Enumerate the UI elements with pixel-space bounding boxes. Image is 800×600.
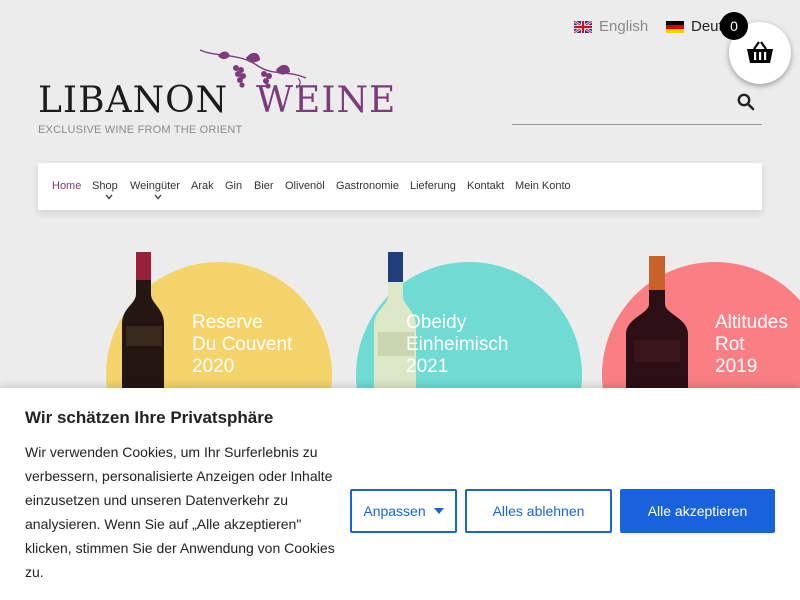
product-year: 2020 [192, 356, 235, 377]
wine-bottle-image [626, 256, 688, 392]
product-year: 2021 [406, 356, 449, 377]
cookie-text: Wir verwenden Cookies, um Ihr Surferlebn… [25, 444, 335, 580]
logo-word-libanon: LIBANON [38, 80, 229, 121]
language-german-label: Deut [691, 18, 723, 35]
nav-item-home[interactable]: Home [52, 180, 81, 192]
german-flag-icon [666, 20, 684, 33]
language-english[interactable]: English [574, 18, 648, 35]
chevron-down-icon[interactable] [154, 194, 162, 200]
product-title-line: Einheimisch [406, 334, 509, 355]
product-title-line: Obeidy [406, 312, 467, 333]
site-logo[interactable]: LIBANON WEINE [38, 48, 398, 128]
uk-flag-icon [574, 20, 592, 33]
nav-item-gastronomie[interactable]: Gastronomie [336, 180, 399, 192]
nav-item-olivenoel[interactable]: Olivenöl [285, 180, 325, 192]
customize-button-label: Anpassen [363, 503, 426, 519]
cookie-consent-banner: Wir schätzen Ihre Privatsphäre Wir verwe… [0, 388, 800, 600]
wine-bottle-image [122, 252, 164, 392]
nav-item-bier[interactable]: Bier [254, 180, 274, 192]
accept-all-button[interactable]: Alle akzeptieren [620, 489, 775, 533]
nav-item-arak[interactable]: Arak [191, 180, 214, 192]
main-navigation: Home Shop Weingüter Arak Gin Bier Oliven… [38, 163, 762, 210]
nav-item-gin[interactable]: Gin [225, 180, 242, 192]
chevron-down-icon[interactable] [105, 194, 113, 200]
nav-item-lieferung[interactable]: Lieferung [410, 180, 456, 192]
caret-down-icon [433, 508, 444, 514]
product-title-line: Altitudes [715, 312, 788, 333]
search-input-underline[interactable] [512, 124, 762, 125]
cookie-title: Wir schätzen Ihre Privatsphäre [25, 408, 274, 427]
nav-item-mein-konto[interactable]: Mein Konto [515, 180, 571, 192]
logo-word-weine: WEINE [256, 80, 397, 121]
product-title-line: Du Couvent [192, 334, 293, 355]
nav-item-weingueter[interactable]: Weingüter [130, 180, 180, 192]
nav-item-shop[interactable]: Shop [92, 180, 118, 192]
product-year: 2019 [715, 356, 758, 377]
product-title-line: Rot [715, 334, 745, 355]
search-icon[interactable] [737, 93, 755, 111]
customize-button[interactable]: Anpassen [350, 489, 457, 533]
product-title-line: Reserve [192, 312, 263, 333]
logo-tagline: EXCLUSIVE WINE FROM THE ORIENT [38, 124, 243, 136]
language-english-label: English [599, 18, 649, 35]
reject-all-button[interactable]: Alles ablehnen [465, 489, 612, 533]
basket-icon [747, 41, 773, 63]
cart-count-badge: 0 [720, 12, 748, 40]
nav-item-kontakt[interactable]: Kontakt [467, 180, 504, 192]
language-german[interactable]: Deut [666, 18, 723, 35]
